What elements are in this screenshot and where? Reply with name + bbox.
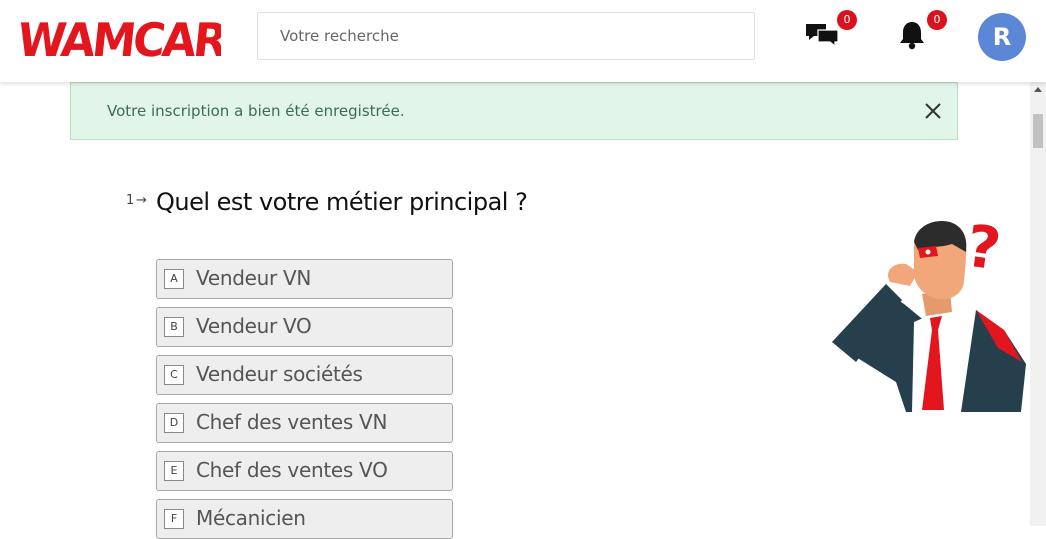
option-b[interactable]: B Vendeur VO xyxy=(156,307,453,347)
close-icon xyxy=(925,103,941,119)
question-number: 1 xyxy=(126,193,135,208)
svg-text:?: ? xyxy=(962,212,1005,284)
scroll-up-arrow-icon[interactable] xyxy=(1034,87,1042,92)
search-box[interactable] xyxy=(257,12,755,60)
question-title: Quel est votre métier principal ? xyxy=(156,188,528,216)
top-header: WAMCAR 0 0 R xyxy=(0,0,1046,82)
option-label: Mécanicien xyxy=(196,506,306,530)
search-input[interactable] xyxy=(278,12,754,60)
option-label: Chef des ventes VO xyxy=(196,458,388,482)
option-a[interactable]: A Vendeur VN xyxy=(156,259,453,299)
wamcar-logo[interactable]: WAMCAR xyxy=(21,10,221,60)
option-key: C xyxy=(164,365,184,385)
option-c[interactable]: C Vendeur sociétés xyxy=(156,355,453,395)
option-key: A xyxy=(164,269,184,289)
alert-close-button[interactable] xyxy=(919,97,947,125)
alert-message: Votre inscription a bien été enregistrée… xyxy=(107,102,405,120)
option-d[interactable]: D Chef des ventes VN xyxy=(156,403,453,443)
vertical-scrollbar[interactable] xyxy=(1030,82,1046,526)
question-arrow: → xyxy=(136,193,147,208)
messages-badge: 0 xyxy=(837,10,857,30)
user-avatar[interactable]: R xyxy=(978,13,1026,61)
option-key: D xyxy=(164,413,184,433)
option-e[interactable]: E Chef des ventes VO xyxy=(156,451,453,491)
option-label: Vendeur VN xyxy=(196,266,312,290)
scroll-thumb[interactable] xyxy=(1033,114,1043,148)
option-label: Chef des ventes VN xyxy=(196,410,388,434)
success-alert: Votre inscription a bien été enregistrée… xyxy=(70,82,958,140)
option-key: F xyxy=(164,509,184,529)
thinking-man-illustration: ? xyxy=(832,212,1026,412)
bell-icon xyxy=(900,22,924,50)
option-label: Vendeur sociétés xyxy=(196,362,363,386)
option-key: E xyxy=(164,461,184,481)
option-label: Vendeur VO xyxy=(196,314,312,338)
svg-text:WAMCAR: WAMCAR xyxy=(21,13,221,60)
option-f[interactable]: F Mécanicien xyxy=(156,499,453,539)
option-key: B xyxy=(164,317,184,337)
notifications-badge: 0 xyxy=(927,10,947,30)
